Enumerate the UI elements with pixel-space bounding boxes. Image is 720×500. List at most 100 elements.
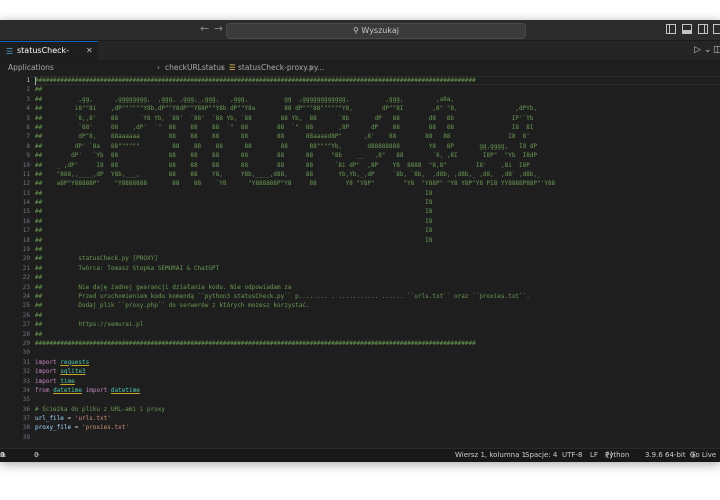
line-number: 24 xyxy=(22,292,30,300)
code-line: ## Dodaj plik ``proxy.php`` do serwerów … xyxy=(35,302,310,310)
code-line: ## I8 xyxy=(35,217,433,225)
line-number: 34 xyxy=(22,386,30,394)
code-line: ########################################… xyxy=(35,339,476,347)
module-datetime: datetime xyxy=(53,386,82,394)
tab-bar: ☰ statusCheck-proxy.py ✕ ▷ ⌄ ◫ xyxy=(0,41,720,73)
code-line: ## ,gg, ,gggggggg, ,ggg, ,ggg,_,ggg, ,gg… xyxy=(35,95,455,103)
module-sqlite3: sqlite3 xyxy=(60,368,86,376)
search-placeholder: Wyszukaj xyxy=(361,26,399,35)
toggle-sidebar-icon[interactable] xyxy=(666,24,676,34)
code-line-import-requests: import requests xyxy=(35,358,720,367)
variable-proxy-file: proxy_file xyxy=(35,424,72,432)
keyword-from: from xyxy=(35,386,50,394)
code-line-url-file: url_file = 'urls.txt' xyxy=(35,414,720,423)
line-number: 18 xyxy=(22,236,30,244)
code-line: ## _ ,dP' I8 88 88 88 88 88 88 88 `8i dP… xyxy=(35,161,530,169)
cursor-position[interactable]: Wiersz 1, kolumna 1 xyxy=(455,449,526,462)
code-line: ## dP' `8a 88"""""" 88 88 88 88 88 88"""… xyxy=(35,142,538,150)
code-content[interactable]: ########################################… xyxy=(35,76,720,452)
code-line: ## `88' 88 ,dP' `" 88 88 88 `" 88 88 `" … xyxy=(35,123,534,131)
code-line: ## xyxy=(35,274,43,282)
code-line: ## Twórca: Tomasz Stopka SEMURAI & ChatG… xyxy=(35,264,220,272)
line-number: 2 xyxy=(26,86,30,94)
line-number: 31 xyxy=(22,358,30,366)
line-number-gutter: 1 2 3 4 5 6 7 8 9 10 11 12 13 14 15 16 17 18 19 20 21 22 23 24 2… xyxy=(0,76,30,452)
assign-operator: = xyxy=(63,415,75,423)
line-number: 4 xyxy=(26,105,30,113)
breadcrumb-file[interactable]: statusCheck-proxy.py xyxy=(238,61,318,75)
line-number: 22 xyxy=(22,274,30,282)
line-number: 1 xyxy=(26,77,30,84)
chevron-down-icon[interactable]: ⌄ xyxy=(704,45,712,55)
customize-layout-icon[interactable] xyxy=(713,24,720,34)
chevron-right-icon: › xyxy=(221,63,224,72)
eol-setting[interactable]: LF xyxy=(590,449,598,462)
indentation-setting[interactable]: Spacje: 4 xyxy=(525,449,557,462)
code-editor[interactable]: 1 2 3 4 5 6 7 8 9 10 11 12 13 14 15 16 17 18 19 20 21 22 23 24 2… xyxy=(0,76,720,452)
keyword-import: import xyxy=(35,368,57,376)
code-line: ## xyxy=(35,330,43,338)
keyword-import: import xyxy=(85,386,108,394)
search-icon: ⚲ xyxy=(353,26,359,35)
line-number: 21 xyxy=(22,264,30,272)
line-number: 13 xyxy=(22,189,30,197)
line-number: 35 xyxy=(22,396,30,404)
code-line: ## https://semurai.pl xyxy=(35,321,144,329)
code-line: ## statusCheck.py [PROXY] xyxy=(35,255,158,263)
line-number: 6 xyxy=(26,123,30,131)
line-number: 10 xyxy=(22,161,30,169)
python-file-icon: ☰ xyxy=(229,63,236,72)
warning-count: 0 xyxy=(0,451,5,459)
line-number: 27 xyxy=(22,321,30,329)
arrow-left-icon[interactable]: ← xyxy=(200,22,209,35)
code-line-import-sqlite3: import sqlite3 xyxy=(35,367,720,376)
status-bar: ⊗ 0 ⚠ 0 ⊹ 0 Wiersz 1, kolumna 1 Spacje: … xyxy=(0,448,720,462)
breadcrumb: Applications › checkURLstatus › ☰ status… xyxy=(0,61,720,75)
assign-operator: = xyxy=(71,424,82,432)
code-line-comment: # Ścieżka do pliku z URL-ami i proxy xyxy=(35,405,166,413)
line-number: 29 xyxy=(22,339,30,347)
line-number: 20 xyxy=(22,255,30,263)
python-interpreter[interactable]: 3.9.6 64-bit xyxy=(645,449,686,462)
python-file-icon: ☰ xyxy=(6,47,14,56)
breadcrumb-root[interactable]: Applications xyxy=(8,61,54,75)
line-number: 5 xyxy=(26,114,30,122)
breadcrumb-folder[interactable]: checkURLstatus xyxy=(165,61,225,75)
command-center-search[interactable]: ⚲ Wyszukaj xyxy=(226,23,526,39)
arrow-right-icon[interactable]: → xyxy=(214,22,223,35)
code-line: ## Nie daję żadnej gwarancji działania k… xyxy=(35,283,292,291)
keyword-import: import xyxy=(35,358,57,366)
line-number: 33 xyxy=(22,377,30,385)
toggle-secondary-sidebar-icon[interactable] xyxy=(698,24,708,34)
code-line: ## I8 xyxy=(35,199,433,207)
code-line: ## I8 xyxy=(35,227,433,235)
tab-statuscheck-proxy[interactable]: ☰ statusCheck-proxy.py ✕ xyxy=(0,41,98,73)
line-number: 39 xyxy=(22,433,30,441)
line-number: 26 xyxy=(22,311,30,319)
line-number: 30 xyxy=(22,349,30,357)
module-time: time xyxy=(60,377,75,385)
class-datetime: datetime xyxy=(110,386,140,394)
line-number: 8 xyxy=(26,142,30,150)
string-urls-txt: 'urls.txt' xyxy=(74,415,111,423)
line-number: 38 xyxy=(22,424,30,432)
code-line-proxy-file: proxy_file = 'proxies.txt' xyxy=(35,423,720,432)
toggle-panel-icon[interactable] xyxy=(682,24,692,34)
module-requests: requests xyxy=(60,358,90,366)
string-proxies-txt: 'proxies.txt' xyxy=(81,424,129,432)
line-number: 19 xyxy=(22,246,30,254)
close-icon[interactable]: ✕ xyxy=(86,42,93,60)
run-icon[interactable]: ▷ xyxy=(694,45,701,55)
line-number: 7 xyxy=(26,133,30,141)
encoding-setting[interactable]: UTF-8 xyxy=(562,449,582,462)
code-line: ## `8,,8' 88 `Y8 Yb, `88' `88' `88 Yb, `… xyxy=(35,114,534,122)
line-number: 11 xyxy=(22,170,30,178)
line-number: 23 xyxy=(22,283,30,291)
line-number: 36 xyxy=(22,405,30,413)
breadcrumb-symbol[interactable]: ... xyxy=(317,61,324,75)
chevron-right-icon: › xyxy=(157,63,160,72)
code-line: ## "888,,____,dP Y8b,___, 88 88 Y8, Y8b,… xyxy=(35,170,541,178)
split-editor-icon[interactable]: ◫ xyxy=(713,45,720,55)
